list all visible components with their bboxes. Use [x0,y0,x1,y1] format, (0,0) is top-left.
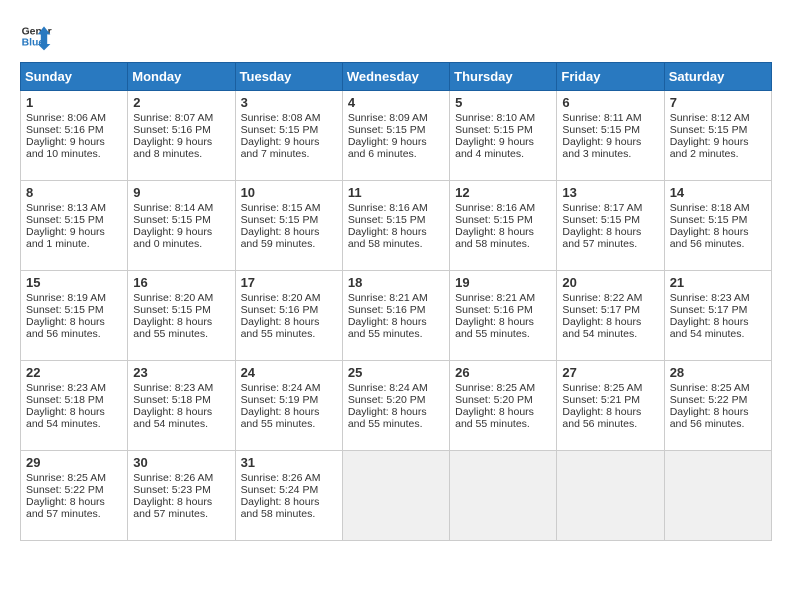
header-row: SundayMondayTuesdayWednesdayThursdayFrid… [21,63,772,91]
calendar-day-26: 26Sunrise: 8:25 AMSunset: 5:20 PMDayligh… [450,361,557,451]
calendar-week-1: 1Sunrise: 8:06 AMSunset: 5:16 PMDaylight… [21,91,772,181]
calendar-table: SundayMondayTuesdayWednesdayThursdayFrid… [20,62,772,541]
calendar-day-3: 3Sunrise: 8:08 AMSunset: 5:15 PMDaylight… [235,91,342,181]
calendar-day-24: 24Sunrise: 8:24 AMSunset: 5:19 PMDayligh… [235,361,342,451]
col-header-saturday: Saturday [664,63,771,91]
col-header-thursday: Thursday [450,63,557,91]
calendar-day-2: 2Sunrise: 8:07 AMSunset: 5:16 PMDaylight… [128,91,235,181]
calendar-day-15: 15Sunrise: 8:19 AMSunset: 5:15 PMDayligh… [21,271,128,361]
col-header-wednesday: Wednesday [342,63,449,91]
col-header-monday: Monday [128,63,235,91]
calendar-day-14: 14Sunrise: 8:18 AMSunset: 5:15 PMDayligh… [664,181,771,271]
calendar-day-16: 16Sunrise: 8:20 AMSunset: 5:15 PMDayligh… [128,271,235,361]
calendar-week-4: 22Sunrise: 8:23 AMSunset: 5:18 PMDayligh… [21,361,772,451]
calendar-day-17: 17Sunrise: 8:20 AMSunset: 5:16 PMDayligh… [235,271,342,361]
calendar-day-18: 18Sunrise: 8:21 AMSunset: 5:16 PMDayligh… [342,271,449,361]
calendar-day-7: 7Sunrise: 8:12 AMSunset: 5:15 PMDaylight… [664,91,771,181]
logo-icon: General Blue [20,20,52,52]
calendar-day-11: 11Sunrise: 8:16 AMSunset: 5:15 PMDayligh… [342,181,449,271]
col-header-friday: Friday [557,63,664,91]
calendar-day-20: 20Sunrise: 8:22 AMSunset: 5:17 PMDayligh… [557,271,664,361]
calendar-day-4: 4Sunrise: 8:09 AMSunset: 5:15 PMDaylight… [342,91,449,181]
calendar-week-3: 15Sunrise: 8:19 AMSunset: 5:15 PMDayligh… [21,271,772,361]
calendar-week-5: 29Sunrise: 8:25 AMSunset: 5:22 PMDayligh… [21,451,772,541]
calendar-day-23: 23Sunrise: 8:23 AMSunset: 5:18 PMDayligh… [128,361,235,451]
calendar-day-22: 22Sunrise: 8:23 AMSunset: 5:18 PMDayligh… [21,361,128,451]
calendar-day-8: 8Sunrise: 8:13 AMSunset: 5:15 PMDaylight… [21,181,128,271]
calendar-day-10: 10Sunrise: 8:15 AMSunset: 5:15 PMDayligh… [235,181,342,271]
calendar-day-13: 13Sunrise: 8:17 AMSunset: 5:15 PMDayligh… [557,181,664,271]
calendar-empty [664,451,771,541]
calendar-day-30: 30Sunrise: 8:26 AMSunset: 5:23 PMDayligh… [128,451,235,541]
calendar-day-12: 12Sunrise: 8:16 AMSunset: 5:15 PMDayligh… [450,181,557,271]
calendar-day-5: 5Sunrise: 8:10 AMSunset: 5:15 PMDaylight… [450,91,557,181]
calendar-day-1: 1Sunrise: 8:06 AMSunset: 5:16 PMDaylight… [21,91,128,181]
col-header-tuesday: Tuesday [235,63,342,91]
col-header-sunday: Sunday [21,63,128,91]
calendar-day-19: 19Sunrise: 8:21 AMSunset: 5:16 PMDayligh… [450,271,557,361]
calendar-day-28: 28Sunrise: 8:25 AMSunset: 5:22 PMDayligh… [664,361,771,451]
logo: General Blue [20,20,52,52]
calendar-day-21: 21Sunrise: 8:23 AMSunset: 5:17 PMDayligh… [664,271,771,361]
calendar-day-29: 29Sunrise: 8:25 AMSunset: 5:22 PMDayligh… [21,451,128,541]
calendar-day-25: 25Sunrise: 8:24 AMSunset: 5:20 PMDayligh… [342,361,449,451]
calendar-day-6: 6Sunrise: 8:11 AMSunset: 5:15 PMDaylight… [557,91,664,181]
page-header: General Blue [20,20,772,52]
calendar-empty [450,451,557,541]
calendar-empty [342,451,449,541]
calendar-day-27: 27Sunrise: 8:25 AMSunset: 5:21 PMDayligh… [557,361,664,451]
calendar-day-31: 31Sunrise: 8:26 AMSunset: 5:24 PMDayligh… [235,451,342,541]
calendar-day-9: 9Sunrise: 8:14 AMSunset: 5:15 PMDaylight… [128,181,235,271]
calendar-empty [557,451,664,541]
calendar-week-2: 8Sunrise: 8:13 AMSunset: 5:15 PMDaylight… [21,181,772,271]
